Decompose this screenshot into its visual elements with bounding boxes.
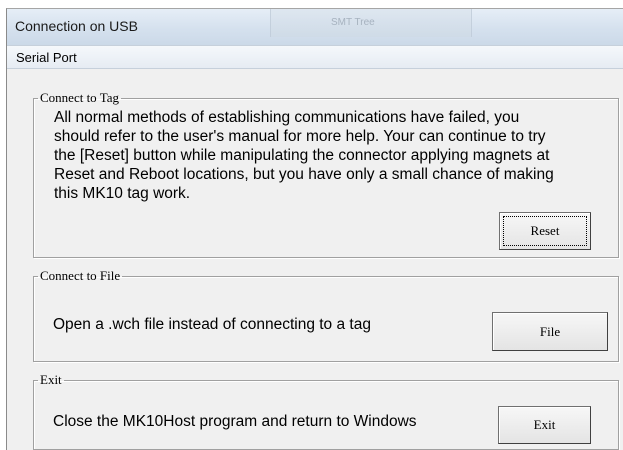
menu-item-serial-port[interactable]: Serial Port bbox=[16, 50, 77, 65]
connect-to-file-group: Connect to File Open a .wch file instead… bbox=[33, 268, 619, 362]
dialog-window: Connection on USB SMT Tree Serial Port C… bbox=[6, 8, 623, 450]
background-window-tab: SMT Tree bbox=[270, 9, 472, 37]
connect-to-tag-group: Connect to Tag All normal methods of est… bbox=[33, 90, 619, 258]
background-window-title: SMT Tree bbox=[331, 17, 375, 28]
exit-button[interactable]: Exit bbox=[498, 406, 591, 444]
reset-button[interactable]: Reset bbox=[499, 212, 591, 250]
connect-to-tag-legend: Connect to Tag bbox=[40, 90, 120, 105]
exit-legend: Exit bbox=[40, 372, 62, 387]
reset-button-label: Reset bbox=[530, 223, 560, 238]
menu-bar: Serial Port bbox=[7, 45, 623, 69]
file-button[interactable]: File bbox=[492, 312, 608, 351]
window-title: Connection on USB bbox=[15, 18, 138, 34]
connect-to-file-legend: Connect to File bbox=[40, 268, 121, 283]
file-button-label: File bbox=[539, 323, 561, 339]
exit-button-label: Exit bbox=[533, 417, 556, 432]
connect-to-file-message: Open a .wch file instead of connecting t… bbox=[53, 316, 371, 333]
connect-to-tag-message: All normal methods of establishing commu… bbox=[54, 109, 554, 202]
exit-group: Exit Close the MK10Host program and retu… bbox=[33, 372, 619, 450]
title-bar[interactable]: Connection on USB SMT Tree bbox=[7, 9, 623, 45]
exit-message: Close the MK10Host program and return to… bbox=[53, 413, 417, 430]
